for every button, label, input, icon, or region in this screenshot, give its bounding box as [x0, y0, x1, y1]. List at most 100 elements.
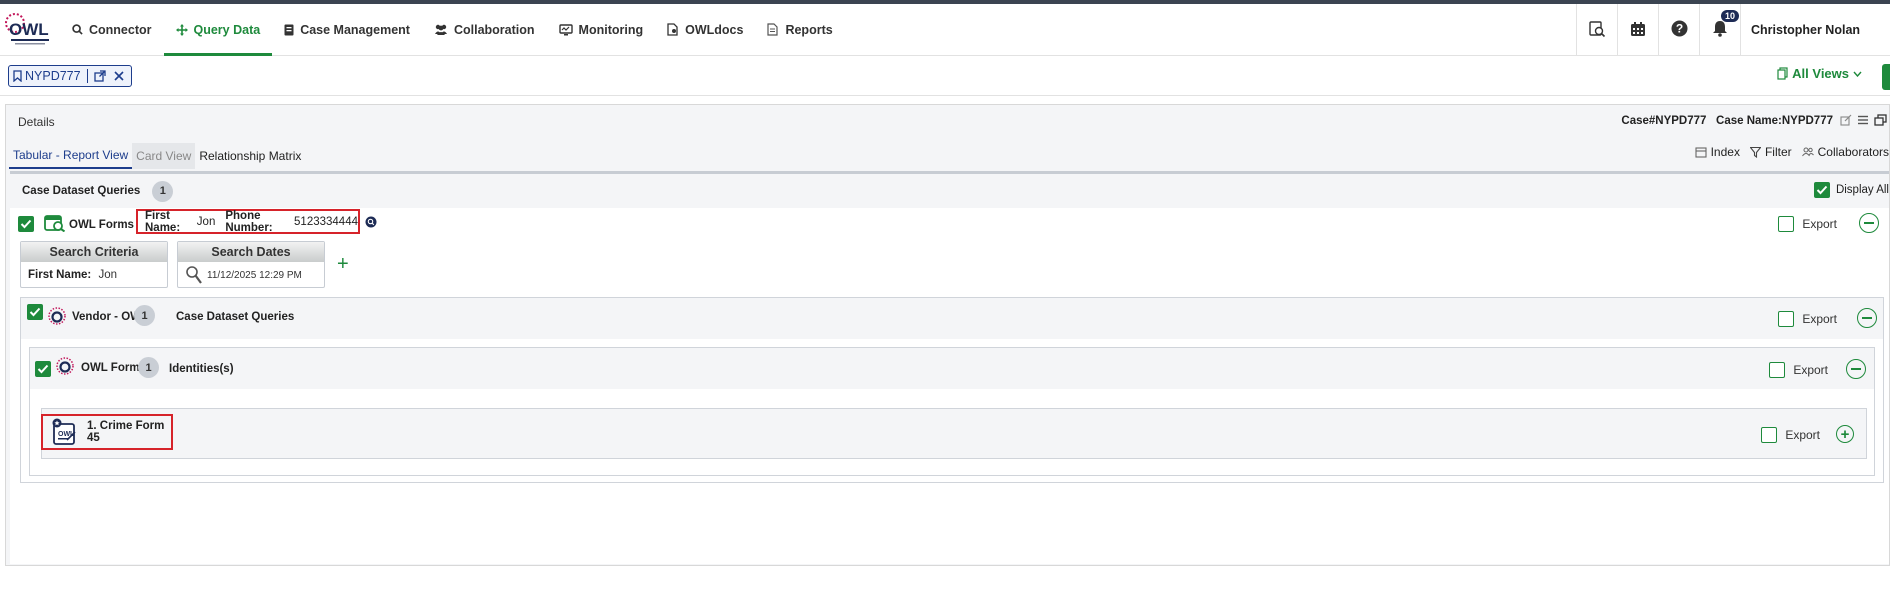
criteria-first-name-label: First Name: [28, 269, 92, 281]
calendar-button[interactable] [1617, 4, 1658, 56]
export-label: Export [1785, 428, 1820, 442]
nav-label: Collaboration [453, 22, 535, 37]
crime-form-record: OWL 1. Crime Form 45 Export + [41, 408, 1867, 459]
vendor-owl-section: Vendor - OWL 1 Case Dataset Queries Expo… [20, 297, 1884, 483]
owl-forms-group-section: OWL Forms 1 Identities(s) Export OWL 1. … [29, 347, 1875, 476]
search-profile-button[interactable] [1576, 4, 1617, 56]
details-title: Details [18, 115, 55, 129]
docs-gear-icon [667, 23, 679, 36]
first-name-label: First Name: [145, 209, 181, 234]
collapse-owl-forms-group-button[interactable] [1846, 359, 1866, 379]
owl-forms-group-export[interactable]: Export [1769, 362, 1828, 378]
vendor-export[interactable]: Export [1778, 311, 1837, 327]
nav-collaboration[interactable]: Collaboration [422, 4, 547, 56]
filter-button[interactable]: Filter [1749, 145, 1792, 159]
close-icon[interactable] [114, 70, 124, 81]
case-number-label: Case# [1621, 115, 1656, 127]
display-all-toggle[interactable]: Display All [1813, 182, 1889, 198]
search-profile-icon [1588, 20, 1606, 41]
owl-forms-export[interactable]: Export [1778, 216, 1837, 232]
first-name-value: Jon [196, 215, 216, 228]
details-panel: Details Case#NYPD777 Case Name:NYPD777 T… [5, 104, 1890, 566]
nav-label: Monitoring [578, 22, 644, 37]
magnifier-icon [185, 265, 203, 285]
owl-forms-group-checkbox[interactable] [35, 361, 51, 377]
user-menu[interactable]: Christopher Nolan [1740, 4, 1890, 56]
open-external-icon[interactable] [93, 69, 106, 82]
index-button[interactable]: Index [1695, 145, 1740, 159]
case-dataset-queries-header: Case Dataset Queries 1 Display All [10, 174, 1889, 208]
window-restore-icon[interactable] [1874, 114, 1887, 129]
owl-forms-search-icon [44, 214, 66, 235]
search-dates-title: Search Dates [178, 242, 324, 262]
svg-text:OWL: OWL [9, 20, 49, 39]
filter-label: Filter [1764, 145, 1792, 159]
export-checkbox[interactable] [1778, 311, 1795, 327]
reports-icon [767, 23, 779, 36]
collapse-vendor-button[interactable] [1857, 308, 1877, 328]
crime-form-highlight[interactable]: OWL 1. Crime Form 45 [41, 414, 173, 450]
tab-tabular-report-view[interactable]: Tabular - Report View [9, 143, 133, 169]
case-number-value: NYPD777 [1655, 115, 1707, 127]
bookmark-icon [13, 69, 22, 82]
nav-connector[interactable]: Connector [60, 4, 164, 56]
expand-crime-form-button[interactable]: + [1836, 425, 1854, 443]
nav-label: OWLdocs [685, 22, 744, 37]
top-navigation: OWL Connector Query Data Case Management… [0, 4, 1890, 56]
tab-card-view[interactable]: Card View [132, 143, 196, 169]
export-label: Export [1793, 363, 1828, 377]
crime-form-export[interactable]: Export [1761, 427, 1820, 443]
export-label: Export [1802, 312, 1837, 326]
vendor-owl-header: Vendor - OWL 1 Case Dataset Queries Expo… [21, 298, 1883, 339]
nav-monitoring[interactable]: Monitoring [547, 4, 656, 56]
nav-reports[interactable]: Reports [755, 4, 844, 56]
calendar-icon [1630, 21, 1646, 40]
nav-query-data[interactable]: Query Data [163, 4, 273, 56]
results-content: Case Dataset Queries 1 Display All OWL F… [10, 171, 1889, 564]
tab-relationship-matrix[interactable]: Relationship Matrix [195, 143, 305, 169]
svg-text:?: ? [1675, 22, 1682, 36]
search-dates-card: Search Dates 11/12/2025 12:29 PM [177, 241, 325, 288]
query-detail-icon[interactable] [365, 216, 377, 231]
owl-forms-group-sub-label: Identities(s) [169, 363, 234, 375]
nav-owldocs[interactable]: OWLdocs [655, 4, 755, 56]
edit-icon[interactable] [1840, 114, 1852, 129]
nav-label: Connector [89, 22, 152, 37]
vendor-checkbox[interactable] [27, 304, 43, 320]
case-name-label: Case Name: [1716, 115, 1782, 127]
phone-number-label: Phone Number: [225, 209, 273, 234]
case-tab-nypd777[interactable]: NYPD777 [8, 64, 132, 87]
export-checkbox[interactable] [1778, 216, 1795, 232]
case-tab-label: NYPD777 [25, 68, 81, 83]
filter-icon [1749, 146, 1761, 158]
collaborators-button[interactable]: Collaborators [1801, 145, 1889, 159]
add-criteria-button[interactable]: + [337, 254, 349, 274]
side-panel-toggle[interactable] [1882, 64, 1890, 90]
search-criteria-title: Search Criteria [21, 242, 167, 262]
notifications-button[interactable]: 10 [1699, 4, 1740, 56]
nav-label: Case Management [300, 22, 410, 37]
owl-forms-group-count-badge: 1 [138, 357, 159, 378]
nav-case-management[interactable]: Case Management [272, 4, 422, 56]
display-all-label: Display All [1835, 184, 1889, 196]
export-checkbox[interactable] [1761, 427, 1778, 443]
case-meta: Case#NYPD777 Case Name:NYPD777 [1621, 115, 1833, 127]
owl-forms-group-header: OWL Forms 1 Identities(s) Export [30, 348, 1874, 389]
all-views-dropdown[interactable]: All Views [1777, 66, 1862, 81]
owl-forms-checkbox[interactable] [18, 216, 34, 232]
nav-label: Reports [785, 22, 833, 37]
copy-icon [1777, 67, 1788, 80]
owl-forms-logo-icon [55, 354, 75, 381]
collapse-owl-forms-button[interactable] [1859, 213, 1879, 233]
view-tools: Index Filter Collaborators [1695, 145, 1889, 159]
display-all-checkbox[interactable] [1813, 182, 1830, 198]
case-name-value: NYPD777 [1781, 115, 1833, 127]
export-label: Export [1802, 217, 1837, 231]
nav-label: Query Data [193, 22, 261, 37]
details-header: Details Case#NYPD777 Case Name:NYPD777 [6, 105, 1889, 139]
owl-logo[interactable]: OWL [0, 4, 60, 56]
export-checkbox[interactable] [1769, 362, 1786, 378]
owl-forms-group-label: OWL Forms [81, 362, 146, 374]
help-button[interactable]: ? [1658, 4, 1699, 56]
list-icon[interactable] [1857, 114, 1869, 129]
